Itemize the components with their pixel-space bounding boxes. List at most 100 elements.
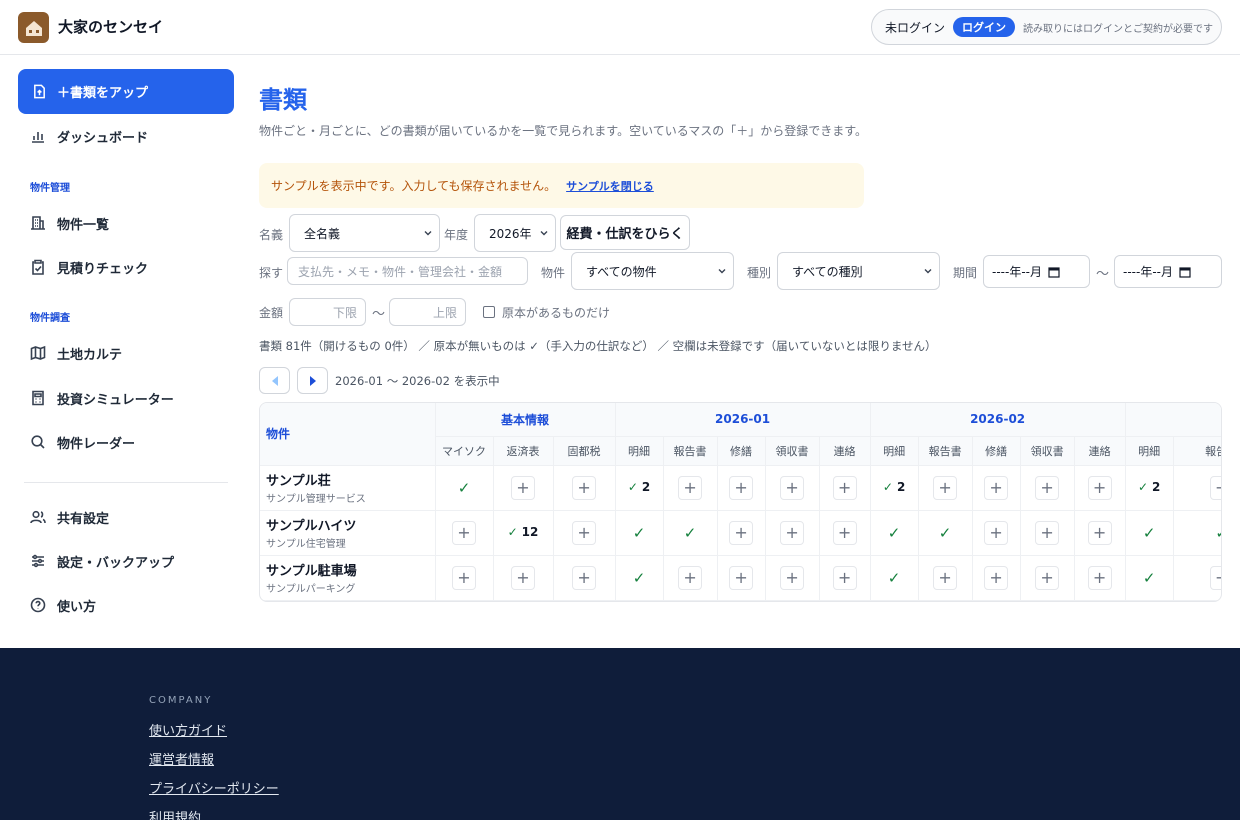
add-document-button[interactable]: + — [933, 475, 958, 500]
add-document-button[interactable]: + — [1035, 565, 1060, 590]
property-cell[interactable]: サンプル荘 サンプル管理サービス — [260, 465, 436, 511]
add-document-button[interactable]: + — [1087, 475, 1112, 500]
empty-document-cell[interactable]: + — [918, 555, 973, 601]
add-document-button[interactable]: + — [780, 565, 805, 590]
add-document-button[interactable]: + — [933, 565, 958, 590]
add-document-button[interactable]: + — [984, 475, 1009, 500]
add-document-button[interactable]: + — [572, 565, 597, 590]
document-cell[interactable]: ✓ 2 — [1125, 465, 1174, 511]
property-cell[interactable]: サンプルハイツ サンプル住宅管理 — [260, 510, 436, 556]
add-document-button[interactable]: + — [729, 475, 754, 500]
empty-document-cell[interactable]: + — [717, 465, 766, 511]
footer-link-operator[interactable]: 運営者情報 — [149, 749, 214, 768]
document-cell[interactable]: ✓ 12 — [493, 510, 554, 556]
empty-document-cell[interactable]: + — [819, 465, 871, 511]
document-cell[interactable]: ✓ — [435, 465, 494, 511]
open-expenses-button[interactable]: 経費・仕訳をひらく — [560, 215, 690, 250]
empty-document-cell[interactable]: + — [972, 465, 1021, 511]
document-cell[interactable]: ✓ 2 — [615, 465, 664, 511]
owner-select[interactable]: 全名義 — [289, 214, 440, 252]
document-cell[interactable]: ✓ — [1125, 510, 1174, 556]
empty-document-cell[interactable]: + — [493, 555, 554, 601]
empty-document-cell[interactable]: + — [972, 510, 1021, 556]
previous-period-button[interactable] — [259, 367, 290, 394]
sidebar-item-settings-backup[interactable]: 設定・バックアップ — [30, 549, 174, 573]
period-start-input[interactable]: ----年--月 — [983, 255, 1090, 288]
document-cell[interactable]: ✓ — [615, 555, 664, 601]
add-document-button[interactable]: + — [511, 475, 535, 500]
add-document-button[interactable]: + — [832, 520, 857, 545]
empty-document-cell[interactable]: + — [819, 510, 871, 556]
empty-document-cell[interactable]: + — [1173, 465, 1221, 511]
search-input[interactable]: 支払先・メモ・物件・管理会社・金額 — [287, 257, 528, 285]
add-document-button[interactable]: + — [729, 565, 754, 590]
empty-document-cell[interactable]: + — [1020, 555, 1075, 601]
add-document-button[interactable]: + — [1087, 565, 1112, 590]
empty-document-cell[interactable]: + — [819, 555, 871, 601]
empty-document-cell[interactable]: + — [493, 465, 554, 511]
sidebar-item-estimate-check[interactable]: 見積りチェック — [30, 255, 148, 279]
sidebar-item-help[interactable]: 使い方 — [30, 593, 96, 617]
empty-document-cell[interactable]: + — [435, 555, 494, 601]
login-button[interactable]: ログイン — [953, 17, 1016, 37]
empty-document-cell[interactable]: + — [553, 555, 616, 601]
empty-document-cell[interactable]: + — [1173, 555, 1221, 601]
add-document-button[interactable]: + — [832, 475, 857, 500]
sidebar-item-investment-simulator[interactable]: 投資シミュレーター — [30, 386, 174, 410]
amount-max-input[interactable]: 上限 — [389, 298, 466, 326]
empty-document-cell[interactable]: + — [717, 555, 766, 601]
add-document-button[interactable]: + — [572, 475, 597, 500]
type-select[interactable]: すべての種別 — [777, 252, 940, 290]
empty-document-cell[interactable]: + — [1020, 465, 1075, 511]
empty-document-cell[interactable]: + — [1074, 510, 1126, 556]
add-document-button[interactable]: + — [780, 475, 805, 500]
sidebar-item-sharing[interactable]: 共有設定 — [30, 505, 109, 529]
empty-document-cell[interactable]: + — [972, 555, 1021, 601]
add-document-button[interactable]: + — [572, 520, 597, 545]
empty-document-cell[interactable]: + — [918, 465, 973, 511]
sidebar-item-land-chart[interactable]: 土地カルテ — [30, 341, 122, 365]
add-document-button[interactable]: + — [984, 520, 1009, 545]
add-document-button[interactable]: + — [511, 565, 535, 590]
add-document-button[interactable]: + — [729, 520, 754, 545]
empty-document-cell[interactable]: + — [1074, 465, 1126, 511]
add-document-button[interactable]: + — [1209, 475, 1221, 500]
empty-document-cell[interactable]: + — [435, 510, 494, 556]
document-cell[interactable]: ✓ — [918, 510, 973, 556]
add-document-button[interactable]: + — [832, 565, 857, 590]
footer-link-guide[interactable]: 使い方ガイド — [149, 720, 227, 739]
empty-document-cell[interactable]: + — [765, 555, 820, 601]
empty-document-cell[interactable]: + — [663, 555, 718, 601]
period-end-input[interactable]: ----年--月 — [1114, 255, 1222, 288]
empty-document-cell[interactable]: + — [1074, 555, 1126, 601]
add-document-button[interactable]: + — [1209, 565, 1221, 590]
empty-document-cell[interactable]: + — [717, 510, 766, 556]
sidebar-item-dashboard[interactable]: ダッシュボード — [30, 124, 148, 148]
footer-link-privacy[interactable]: プライバシーポリシー — [149, 778, 279, 797]
empty-document-cell[interactable]: + — [765, 465, 820, 511]
add-document-button[interactable]: + — [1087, 520, 1112, 545]
empty-document-cell[interactable]: + — [663, 465, 718, 511]
add-document-button[interactable]: + — [984, 565, 1009, 590]
document-cell[interactable]: ✓ 2 — [870, 465, 919, 511]
empty-document-cell[interactable]: + — [553, 465, 616, 511]
add-document-button[interactable]: + — [1035, 475, 1060, 500]
add-document-button[interactable]: + — [678, 565, 703, 590]
original-only-checkbox[interactable] — [483, 306, 495, 318]
footer-link-terms[interactable]: 利用規約 — [149, 807, 201, 820]
next-period-button[interactable] — [297, 367, 328, 394]
empty-document-cell[interactable]: + — [1020, 510, 1075, 556]
document-cell[interactable]: ✓ — [1125, 555, 1174, 601]
empty-document-cell[interactable]: + — [553, 510, 616, 556]
add-document-button[interactable]: + — [1035, 520, 1060, 545]
property-cell[interactable]: サンプル駐車場 サンプルパーキング — [260, 555, 436, 601]
year-select[interactable]: 2026年 — [474, 214, 556, 252]
empty-document-cell[interactable]: + — [765, 510, 820, 556]
document-cell[interactable]: ✓ — [870, 555, 919, 601]
amount-min-input[interactable]: 下限 — [289, 298, 366, 326]
upload-document-button[interactable]: ＋書類をアップ — [18, 69, 234, 114]
close-sample-link[interactable]: サンプルを閉じる — [566, 178, 654, 194]
sidebar-item-property-radar[interactable]: 物件レーダー — [30, 430, 135, 454]
app-logo[interactable] — [18, 12, 49, 43]
add-document-button[interactable]: + — [452, 565, 476, 590]
